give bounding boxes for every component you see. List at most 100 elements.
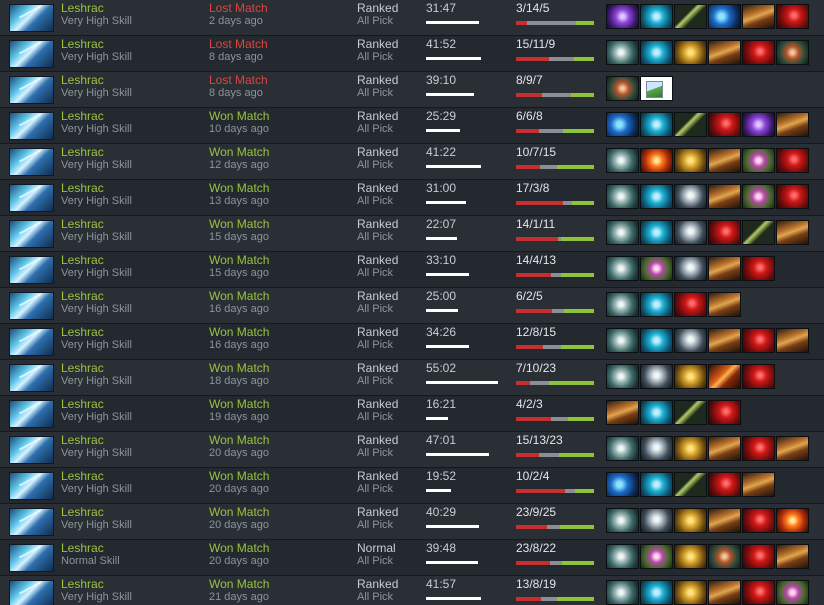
red-icon[interactable] xyxy=(776,184,809,209)
hero-portrait-icon[interactable] xyxy=(9,580,54,605)
hero-name[interactable]: Leshrac xyxy=(61,217,104,231)
red-icon[interactable] xyxy=(742,544,775,569)
hero-portrait-icon[interactable] xyxy=(9,256,54,284)
blink-icon[interactable] xyxy=(640,580,673,605)
orb-icon[interactable] xyxy=(640,544,673,569)
red-icon[interactable] xyxy=(742,40,775,65)
match-result[interactable]: Won Match xyxy=(209,145,269,159)
mech-icon[interactable] xyxy=(606,76,639,101)
match-result[interactable]: Won Match xyxy=(209,541,269,555)
hero-name[interactable]: Leshrac xyxy=(61,37,104,51)
match-row[interactable]: Leshrac Very High Skill Won Match 15 days a… xyxy=(0,252,824,288)
boots-icon[interactable] xyxy=(708,256,741,281)
hero-portrait-icon[interactable] xyxy=(9,148,54,176)
skull-icon[interactable] xyxy=(674,328,707,353)
match-row[interactable]: Leshrac Very High Skill Lost Match 8 days a… xyxy=(0,36,824,72)
match-result[interactable]: Lost Match xyxy=(209,37,268,51)
hero-portrait-icon[interactable] xyxy=(9,436,54,464)
hero-portrait-icon[interactable] xyxy=(9,292,54,320)
hero-portrait-icon[interactable] xyxy=(9,472,54,500)
aeon-icon[interactable] xyxy=(606,40,639,65)
match-result[interactable]: Won Match xyxy=(209,181,269,195)
blink-icon[interactable] xyxy=(640,4,673,29)
match-row[interactable]: Leshrac Normal Skill Won Match 20 days ago N… xyxy=(0,540,824,576)
boots-icon[interactable] xyxy=(776,328,809,353)
red-icon[interactable] xyxy=(674,292,707,317)
aeon-icon[interactable] xyxy=(606,220,639,245)
match-row[interactable]: Leshrac Very High Skill Won Match 20 days a… xyxy=(0,432,824,468)
match-result[interactable]: Won Match xyxy=(209,109,269,123)
hero-name[interactable]: Leshrac xyxy=(61,433,104,447)
match-row[interactable]: Leshrac Very High Skill Won Match 18 days a… xyxy=(0,360,824,396)
hero-name[interactable]: Leshrac xyxy=(61,145,104,159)
staff-icon[interactable] xyxy=(674,112,707,137)
hero-name[interactable]: Leshrac xyxy=(61,1,104,15)
aeon-icon[interactable] xyxy=(606,544,639,569)
match-row[interactable]: Leshrac Very High Skill Won Match 20 days a… xyxy=(0,468,824,504)
skull-icon[interactable] xyxy=(674,220,707,245)
orb-icon[interactable] xyxy=(742,148,775,173)
purple-icon[interactable] xyxy=(742,112,775,137)
aeon-icon[interactable] xyxy=(606,256,639,281)
aeon-icon[interactable] xyxy=(606,580,639,605)
match-row[interactable]: Leshrac Very High Skill Won Match 20 days a… xyxy=(0,504,824,540)
red-icon[interactable] xyxy=(708,220,741,245)
aeon-icon[interactable] xyxy=(606,364,639,389)
red-icon[interactable] xyxy=(776,4,809,29)
match-row[interactable]: Leshrac Very High Skill Won Match 16 days a… xyxy=(0,288,824,324)
match-result[interactable]: Won Match xyxy=(209,289,269,303)
boots-icon[interactable] xyxy=(742,4,775,29)
match-row[interactable]: Leshrac Very High Skill Won Match 12 days a… xyxy=(0,144,824,180)
hero-portrait-icon[interactable] xyxy=(9,220,54,248)
staff-icon[interactable] xyxy=(674,400,707,425)
mech-icon[interactable] xyxy=(776,40,809,65)
gold-icon[interactable] xyxy=(674,364,707,389)
match-row[interactable]: Leshrac Very High Skill Won Match 15 days a… xyxy=(0,216,824,252)
blink-icon[interactable] xyxy=(640,112,673,137)
ember-icon[interactable] xyxy=(708,364,741,389)
red-icon[interactable] xyxy=(708,112,741,137)
staff-icon[interactable] xyxy=(742,220,775,245)
hero-name[interactable]: Leshrac xyxy=(61,289,104,303)
aeon-icon[interactable] xyxy=(606,148,639,173)
gold-icon[interactable] xyxy=(674,40,707,65)
skull-icon[interactable] xyxy=(674,256,707,281)
purple-icon[interactable] xyxy=(606,4,639,29)
match-result[interactable]: Lost Match xyxy=(209,1,268,15)
hero-portrait-icon[interactable] xyxy=(9,400,54,428)
blink-icon[interactable] xyxy=(640,328,673,353)
aeon-icon[interactable] xyxy=(606,184,639,209)
hero-portrait-icon[interactable] xyxy=(9,328,54,356)
hero-name[interactable]: Leshrac xyxy=(61,73,104,87)
aeon-icon[interactable] xyxy=(606,436,639,461)
blink-icon[interactable] xyxy=(640,400,673,425)
blink-icon[interactable] xyxy=(640,292,673,317)
boots-icon[interactable] xyxy=(708,40,741,65)
blink-icon[interactable] xyxy=(640,220,673,245)
red-icon[interactable] xyxy=(708,400,741,425)
hero-portrait-icon[interactable] xyxy=(9,544,54,572)
staff-icon[interactable] xyxy=(674,472,707,497)
match-row[interactable]: Leshrac Very High Skill Won Match 16 days a… xyxy=(0,324,824,360)
boots-icon[interactable] xyxy=(708,184,741,209)
match-result[interactable]: Won Match xyxy=(209,505,269,519)
aeon-icon[interactable] xyxy=(606,508,639,533)
skull-icon[interactable] xyxy=(640,436,673,461)
match-row[interactable]: Leshrac Very High Skill Won Match 19 days a… xyxy=(0,396,824,432)
match-row[interactable]: Leshrac Very High Skill Won Match 13 days a… xyxy=(0,180,824,216)
hero-name[interactable]: Leshrac xyxy=(61,361,104,375)
red-icon[interactable] xyxy=(742,328,775,353)
hero-name[interactable]: Leshrac xyxy=(61,397,104,411)
boots-icon[interactable] xyxy=(708,436,741,461)
fire-icon[interactable] xyxy=(640,148,673,173)
boots-icon[interactable] xyxy=(776,544,809,569)
boots-icon[interactable] xyxy=(708,508,741,533)
hero-name[interactable]: Leshrac xyxy=(61,505,104,519)
match-row[interactable]: Leshrac Very High Skill Lost Match 8 days a… xyxy=(0,72,824,108)
match-row[interactable]: Leshrac Very High Skill Lost Match 2 days a… xyxy=(0,0,824,36)
hero-portrait-icon[interactable] xyxy=(9,184,54,212)
skull-icon[interactable] xyxy=(674,184,707,209)
hero-name[interactable]: Leshrac xyxy=(61,541,104,555)
boots-icon[interactable] xyxy=(742,472,775,497)
red-icon[interactable] xyxy=(776,148,809,173)
